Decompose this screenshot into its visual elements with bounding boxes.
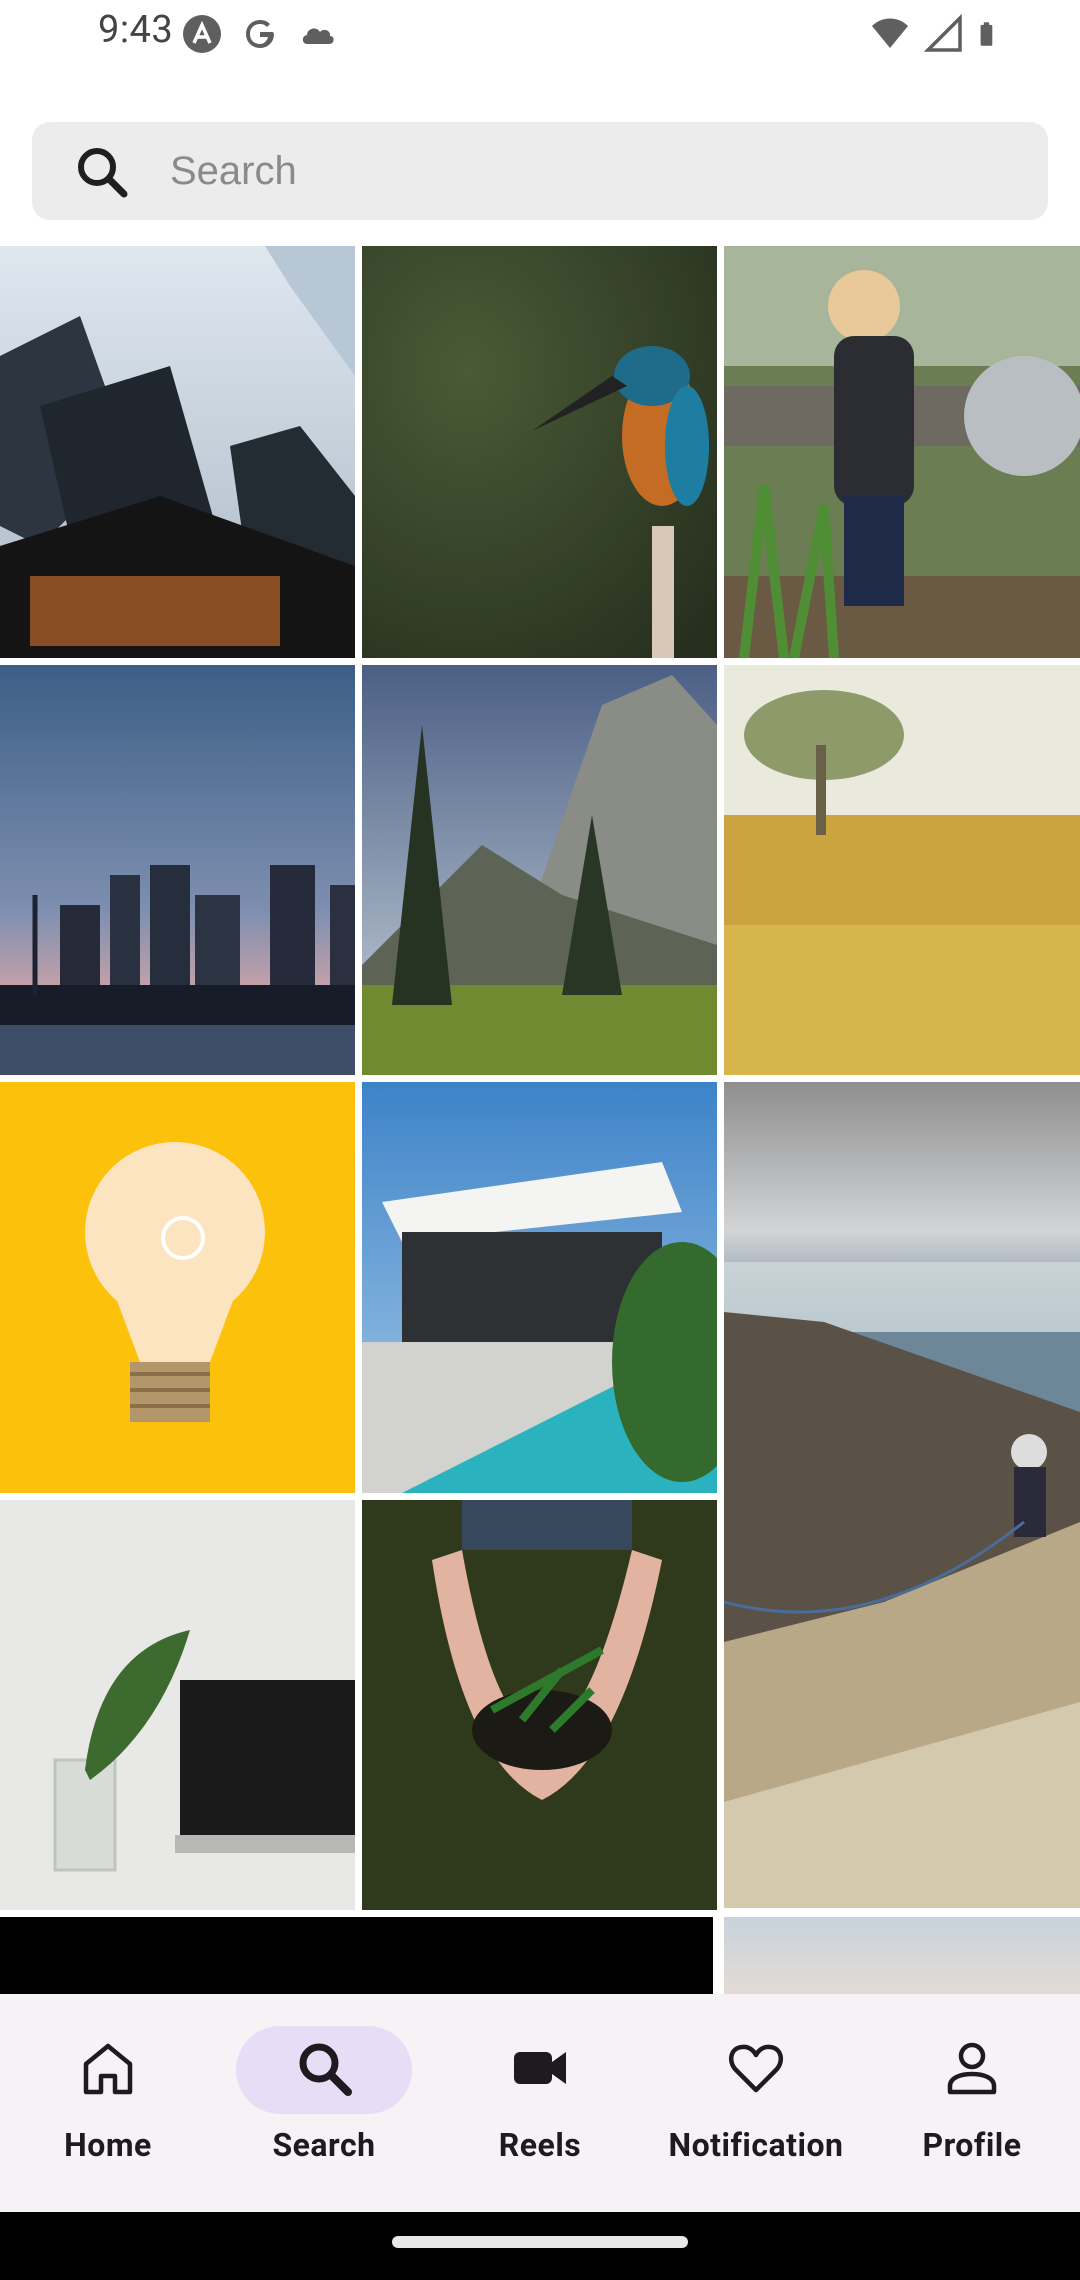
grid-photo-hiker-ridge[interactable] [724, 1082, 1080, 1908]
grid-photo-dark[interactable] [0, 1917, 713, 1994]
grid-photo-kingfisher[interactable] [362, 246, 717, 658]
grid-photo-light-bulb[interactable] [0, 1082, 355, 1493]
heart-icon [728, 2044, 784, 2093]
grid-photo-skyscrapers[interactable] [0, 246, 355, 658]
app-a-icon [183, 15, 221, 53]
search-input[interactable] [170, 140, 1010, 202]
grid-photo-child-watering[interactable] [724, 246, 1080, 658]
search-icon [78, 148, 128, 198]
grid-photo-city-skyline[interactable] [0, 665, 355, 1075]
status-time: 9:43 [98, 8, 174, 52]
google-icon [246, 20, 274, 48]
nav-search[interactable]: Search [216, 1994, 432, 2212]
video-camera-icon [514, 2052, 566, 2084]
nav-profile-label: Profile [922, 2126, 1022, 2164]
cloud-icon [302, 28, 334, 44]
signal-icon [924, 14, 962, 52]
grid-photo-sky[interactable] [724, 1917, 1080, 1994]
home-icon [83, 2043, 133, 2095]
person-icon [947, 2042, 997, 2095]
grid-photo-hands-soil[interactable] [362, 1500, 717, 1910]
search-bar[interactable] [32, 122, 1048, 220]
battery-icon [980, 22, 993, 46]
gesture-handle[interactable] [392, 2236, 688, 2248]
status-system-icons [870, 14, 1004, 54]
system-gesture-bar [0, 2212, 1080, 2280]
status-notification-icons [182, 14, 338, 54]
grid-photo-laptop-plant[interactable] [0, 1500, 355, 1910]
search-icon [299, 2043, 352, 2096]
nav-search-label: Search [272, 2126, 376, 2164]
nav-notification[interactable]: Notification [648, 1994, 864, 2212]
nav-reels[interactable]: Reels [432, 1994, 648, 2212]
bottom-navigation: Home Search Reels Notification Profile [0, 1994, 1080, 2212]
nav-notification-label: Notification [668, 2126, 844, 2164]
nav-home[interactable]: Home [0, 1994, 216, 2212]
nav-home-label: Home [64, 2126, 152, 2164]
wifi-icon [872, 18, 908, 48]
grid-photo-modern-house[interactable] [362, 1082, 717, 1493]
status-bar: 9:43 [0, 0, 1080, 66]
grid-photo-flower-field[interactable] [724, 665, 1080, 1075]
explore-grid [0, 246, 1080, 1994]
nav-profile[interactable]: Profile [864, 1994, 1080, 2212]
nav-reels-label: Reels [498, 2126, 582, 2164]
grid-photo-mountain-forest[interactable] [362, 665, 717, 1075]
